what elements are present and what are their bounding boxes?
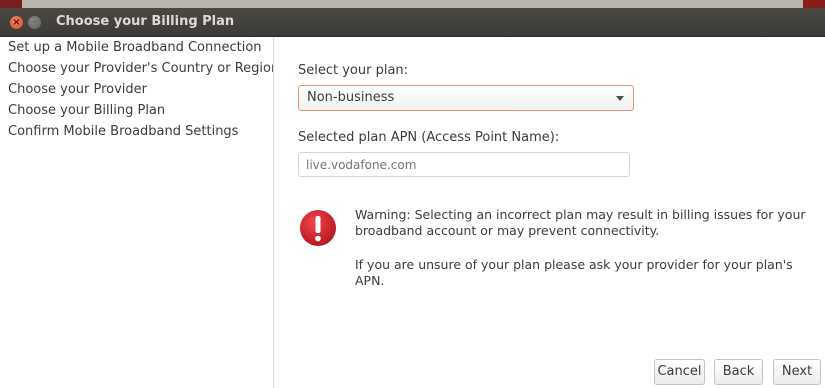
window-title: Choose your Billing Plan [56, 14, 235, 29]
sidebar-step-setup: Set up a Mobile Broadband Connection [8, 40, 262, 55]
dropdown-arrow-icon [616, 96, 624, 101]
minimize-icon: – [32, 17, 37, 27]
assistant-window: × – Choose your Billing Plan Set up a Mo… [0, 0, 825, 388]
plan-select-value: Non-business [307, 90, 395, 105]
desktop-edge-left [0, 0, 22, 8]
warning-message: Warning: Selecting an incorrect plan may… [355, 207, 806, 238]
plan-select-dropdown[interactable]: Non-business [298, 85, 634, 111]
cancel-button[interactable]: Cancel [654, 359, 705, 385]
window-titlebar[interactable]: × – Choose your Billing Plan [0, 8, 825, 37]
desktop-background-strip [0, 0, 825, 8]
desktop-edge-right [803, 0, 825, 8]
sidebar-step-billing-plan: Choose your Billing Plan [8, 103, 166, 118]
close-window-button[interactable]: × [10, 16, 23, 29]
sidebar-step-country: Choose your Provider's Country or Region [8, 61, 273, 76]
close-icon: × [12, 17, 21, 28]
plan-select-label: Select your plan: [298, 63, 409, 78]
minimize-window-button[interactable]: – [28, 16, 41, 29]
warning-advice: If you are unsure of your plan please as… [355, 257, 793, 288]
assistant-page-content: Select your plan: Non-business Selected … [274, 37, 825, 388]
sidebar-step-provider: Choose your Provider [8, 82, 148, 97]
sidebar-step-confirm: Confirm Mobile Broadband Settings [8, 124, 239, 139]
apn-input[interactable] [298, 152, 630, 177]
assistant-steps-sidebar: Set up a Mobile Broadband Connection Cho… [0, 37, 274, 388]
apn-field-label: Selected plan APN (Access Point Name): [298, 130, 560, 145]
warning-icon [300, 210, 336, 246]
back-button[interactable]: Back [714, 359, 763, 385]
next-button[interactable]: Next [773, 359, 821, 385]
